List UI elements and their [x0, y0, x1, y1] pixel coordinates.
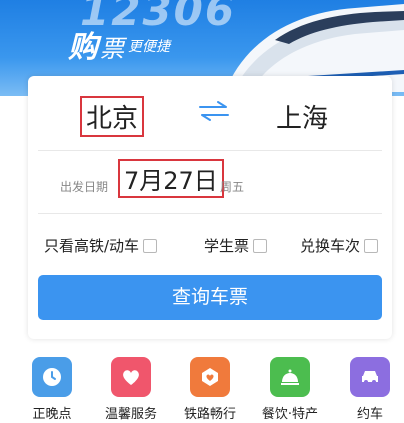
option-label: 学生票 — [204, 237, 250, 255]
heart-icon — [111, 357, 151, 397]
clock-icon — [32, 357, 72, 397]
option-student-ticket[interactable]: 学生票 — [204, 235, 268, 256]
divider — [38, 150, 382, 151]
slogan-small: 更便捷 — [128, 39, 170, 55]
swap-stations-icon[interactable] — [196, 100, 232, 122]
option-exchange-train[interactable]: 兑换车次 — [300, 235, 379, 256]
quick-link-food-specialty[interactable]: 餐饮·特产 — [252, 357, 328, 422]
divider — [38, 213, 382, 214]
quick-link-label: 正晚点 — [32, 407, 72, 422]
option-label: 只看高铁/动车 — [44, 237, 140, 255]
option-high-speed-only[interactable]: 只看高铁/动车 — [44, 235, 158, 256]
heart-badge-icon — [190, 357, 230, 397]
quick-link-label: 温馨服务 — [104, 407, 157, 422]
quick-link-ride[interactable]: 约车 — [332, 357, 404, 422]
quick-link-railway-pass[interactable]: 铁路畅行 — [172, 357, 248, 422]
departure-date[interactable]: 7月27日 — [118, 159, 224, 198]
arrival-city[interactable]: 上海 — [276, 98, 328, 135]
exchange-train-checkbox[interactable] — [364, 238, 379, 253]
departure-city[interactable]: 北京 — [80, 96, 145, 137]
date-label: 出发日期 — [60, 180, 109, 194]
weekday-label: 周五 — [220, 180, 245, 194]
option-label: 兑换车次 — [300, 237, 361, 255]
food-cloche-icon — [270, 357, 310, 397]
car-icon — [350, 357, 390, 397]
booking-card: 北京 上海 出发日期 7月27日 周五 只看高铁/动车 学生票 兑换车次 查询车… — [28, 76, 392, 339]
quick-link-care-service[interactable]: 温馨服务 — [93, 357, 169, 422]
high-speed-checkbox[interactable] — [143, 238, 158, 253]
slogan-big: 购 — [68, 30, 98, 65]
slogan-mid: 票 — [100, 35, 124, 63]
quick-link-label: 餐饮·特产 — [261, 407, 319, 422]
brand-slogan: 购票 更便捷 — [68, 22, 170, 66]
quick-link-label: 约车 — [356, 407, 383, 422]
quick-link-label: 铁路畅行 — [183, 407, 236, 422]
quick-link-delay[interactable]: 正晚点 — [14, 357, 90, 422]
query-tickets-button[interactable]: 查询车票 — [38, 275, 382, 320]
student-ticket-checkbox[interactable] — [253, 238, 268, 253]
